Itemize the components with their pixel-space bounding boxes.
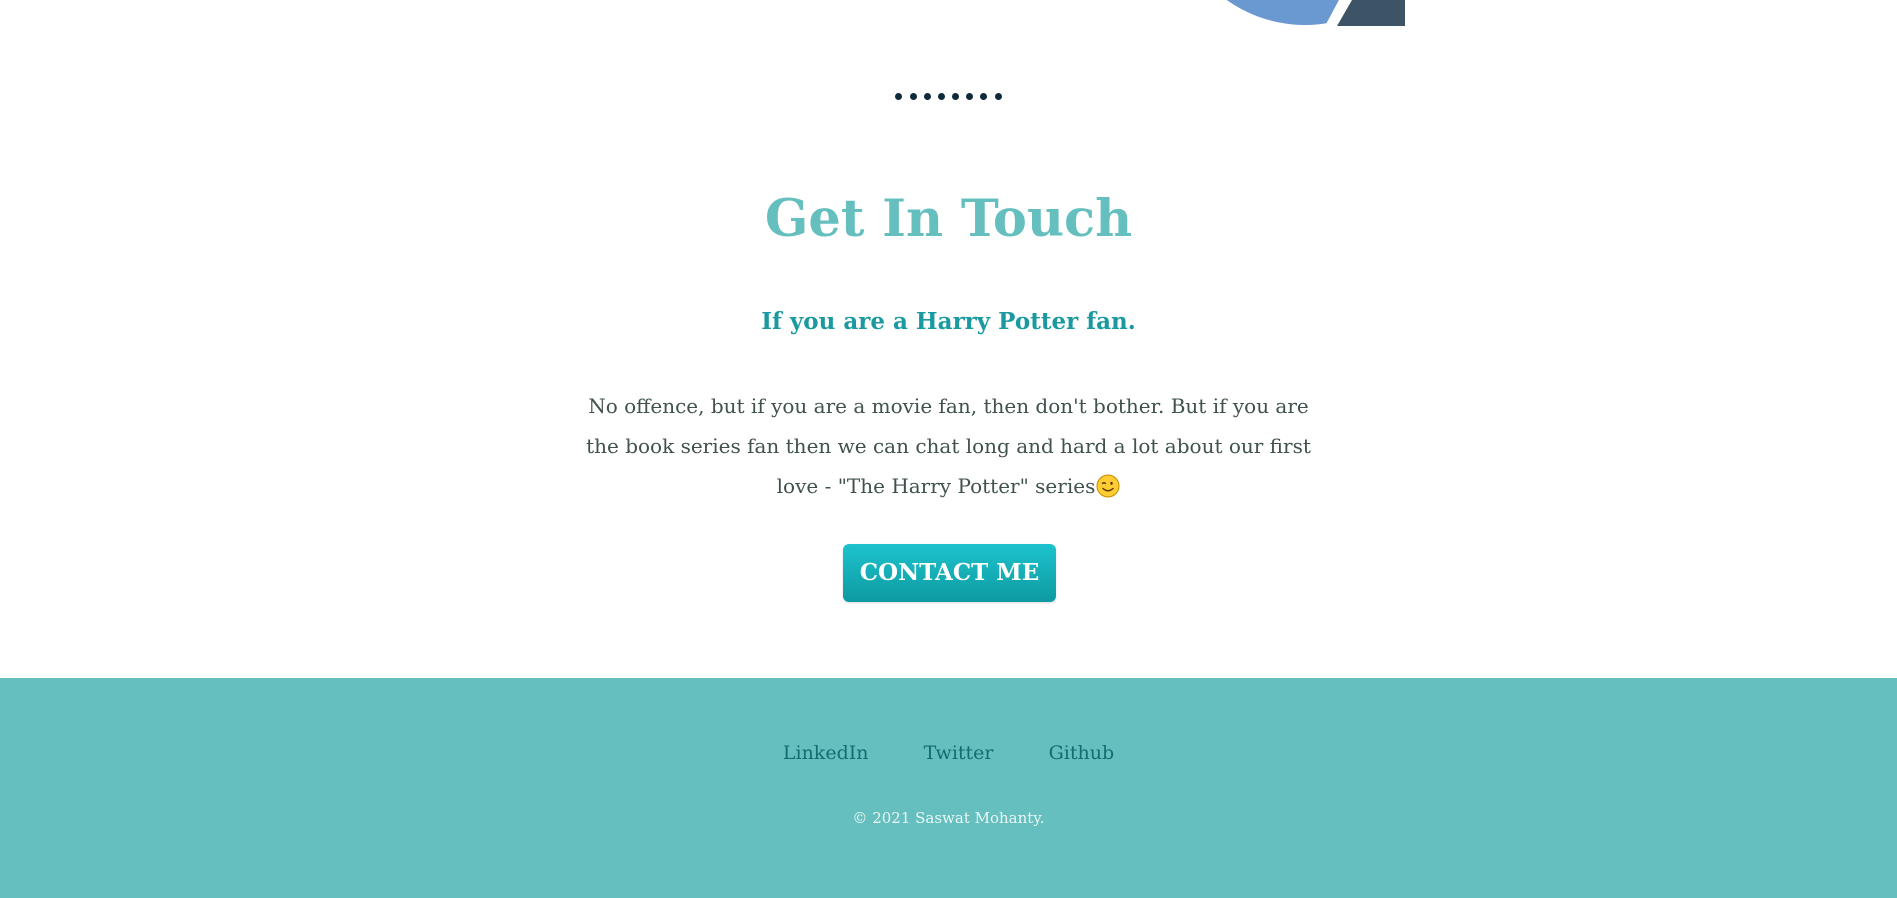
contact-me-button[interactable]: CONTACT ME [843, 544, 1056, 602]
divider-dot [895, 93, 903, 100]
copyright-text: © 2021 Saswat Mohanty. [852, 809, 1045, 827]
contact-description: No offence, but if you are a movie fan, … [570, 386, 1327, 506]
footer-link-linkedin[interactable]: LinkedIn [783, 738, 869, 768]
footer-link-twitter[interactable]: Twitter [924, 738, 994, 768]
footer-links: LinkedIn Twitter Github [0, 738, 1897, 768]
contact-description-text: No offence, but if you are a movie fan, … [586, 394, 1311, 498]
section-divider-dots [0, 85, 1897, 105]
divider-dot [909, 93, 917, 100]
contact-title: Get In Touch [764, 189, 1133, 249]
divider-dot [923, 93, 931, 100]
divider-dot [994, 93, 1002, 100]
divider-dot [966, 93, 974, 100]
divider-dot [937, 93, 945, 100]
footer-link-github[interactable]: Github [1049, 738, 1115, 768]
hero-illustration [1205, 0, 1405, 26]
footer: LinkedIn Twitter Github © 2021 Saswat Mo… [0, 678, 1897, 898]
winking-face-icon [1096, 474, 1120, 498]
divider-dot [952, 93, 960, 100]
contact-subtitle: If you are a Harry Potter fan. [761, 308, 1136, 335]
divider-dot [980, 93, 988, 100]
